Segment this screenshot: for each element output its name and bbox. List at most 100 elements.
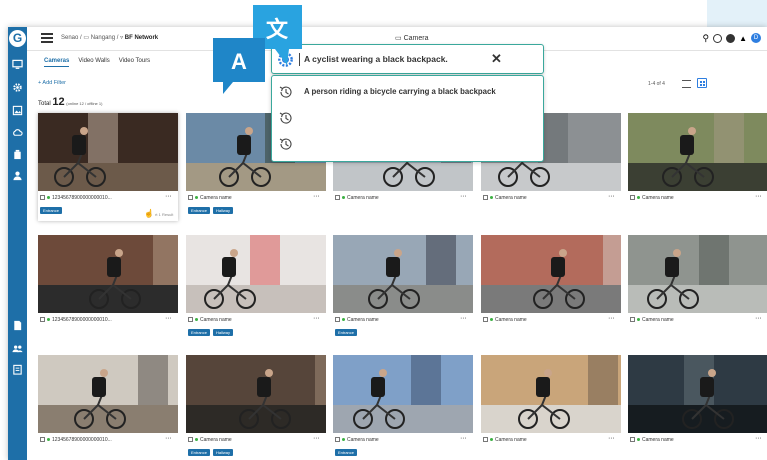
- tab-video-walls[interactable]: Video Walls: [78, 58, 109, 67]
- camera-thumbnail[interactable]: [38, 113, 178, 191]
- top-actions: ⚲ ▲ D: [702, 33, 761, 43]
- more-options-icon[interactable]: ···: [166, 316, 173, 322]
- tag-badge[interactable]: Entrance: [188, 207, 211, 214]
- more-options-icon[interactable]: ···: [166, 436, 173, 442]
- folder-icon: ▭: [83, 35, 90, 41]
- online-status-dot: [637, 438, 640, 442]
- more-options-icon[interactable]: ···: [756, 194, 763, 200]
- camera-thumbnail[interactable]: [38, 235, 178, 313]
- camera-thumbnail[interactable]: [628, 235, 767, 313]
- camera-thumbnail[interactable]: [333, 235, 473, 313]
- tag-badge[interactable]: Hallway: [213, 207, 234, 214]
- avatar[interactable]: D: [751, 33, 761, 43]
- theme-icon[interactable]: [713, 33, 723, 43]
- camera-card[interactable]: Camera name ··· Entrance: [333, 235, 473, 343]
- translate-glyph-left: A: [231, 49, 247, 74]
- image-icon[interactable]: [12, 105, 23, 116]
- camera-thumbnail[interactable]: [481, 355, 621, 433]
- more-options-icon[interactable]: ···: [609, 194, 616, 200]
- search-icon[interactable]: ⚲: [702, 33, 709, 43]
- breadcrumb-item[interactable]: Nangang: [91, 35, 115, 41]
- users-icon[interactable]: [12, 343, 23, 354]
- breadcrumb-item[interactable]: Senao: [61, 35, 78, 41]
- select-checkbox[interactable]: [188, 195, 193, 201]
- select-checkbox[interactable]: [40, 317, 45, 323]
- more-options-icon[interactable]: ···: [461, 194, 468, 200]
- tag-badge[interactable]: Entrance: [335, 329, 358, 336]
- camera-thumbnail[interactable]: [628, 113, 767, 191]
- cloud-icon[interactable]: [12, 127, 23, 138]
- select-checkbox[interactable]: [483, 437, 488, 443]
- tab-cameras[interactable]: Cameras: [44, 58, 70, 67]
- camera-card[interactable]: Camera name ···: [628, 355, 767, 460]
- camera-card[interactable]: Camera name ···: [481, 355, 621, 460]
- select-checkbox[interactable]: [188, 317, 193, 323]
- select-checkbox[interactable]: [483, 195, 488, 201]
- camera-thumbnail[interactable]: [186, 235, 326, 313]
- more-options-icon[interactable]: ···: [461, 436, 468, 442]
- add-filter-button[interactable]: + Add Filter: [38, 80, 66, 86]
- search-input[interactable]: A cyclist wearing a black backpack. ✕: [271, 44, 544, 74]
- history-item[interactable]: [272, 131, 543, 157]
- camera-card[interactable]: Camera name ··· Entrance: [333, 355, 473, 460]
- tag-badge[interactable]: Hallway: [213, 329, 234, 336]
- camera-card[interactable]: 12345678900000000010... ···: [38, 355, 178, 460]
- camera-card[interactable]: Camera name ··· Entrance Hallway: [186, 355, 326, 460]
- close-icon[interactable]: ✕: [491, 52, 502, 65]
- monitor-icon[interactable]: [12, 59, 23, 70]
- help-icon[interactable]: [726, 33, 736, 43]
- camera-card[interactable]: Camera name ···: [481, 235, 621, 343]
- history-item[interactable]: A person riding a bicycle carrying a bla…: [272, 79, 543, 105]
- camera-card[interactable]: Camera name ···: [628, 113, 767, 221]
- tag-badge[interactable]: Entrance: [188, 329, 211, 336]
- camera-thumbnail[interactable]: [481, 235, 621, 313]
- more-options-icon[interactable]: ···: [756, 436, 763, 442]
- select-checkbox[interactable]: [630, 195, 635, 201]
- document-icon[interactable]: [12, 364, 23, 375]
- tag-badge[interactable]: Entrance: [40, 207, 63, 214]
- more-options-icon[interactable]: ···: [461, 316, 468, 322]
- report-icon[interactable]: [12, 320, 23, 331]
- camera-card[interactable]: 12345678900000000010... ··· Entrance ☝ rt 1…: [38, 113, 178, 221]
- history-item[interactable]: [272, 105, 543, 131]
- camera-card[interactable]: Camera name ···: [628, 235, 767, 343]
- select-checkbox[interactable]: [40, 195, 45, 201]
- camera-thumbnail[interactable]: [186, 355, 326, 433]
- camera-name: 12345678900000000010...: [52, 437, 112, 443]
- more-options-icon[interactable]: ···: [166, 194, 173, 200]
- menu-icon[interactable]: [41, 33, 53, 43]
- online-status-dot: [490, 196, 493, 200]
- notification-icon[interactable]: ▲: [739, 34, 747, 43]
- settings-icon[interactable]: [12, 82, 23, 93]
- tag-badge[interactable]: Entrance: [188, 449, 211, 456]
- tag-badge[interactable]: Entrance: [335, 449, 358, 456]
- recorder-icon[interactable]: [12, 149, 23, 160]
- list-view-icon[interactable]: [682, 80, 691, 88]
- tab-video-tours[interactable]: Video Tours: [119, 58, 150, 67]
- more-options-icon[interactable]: ···: [609, 316, 616, 322]
- select-checkbox[interactable]: [335, 437, 340, 443]
- tag-badge[interactable]: Hallway: [213, 449, 234, 456]
- select-checkbox[interactable]: [40, 437, 45, 443]
- select-checkbox[interactable]: [188, 437, 193, 443]
- grid-view-icon[interactable]: [697, 78, 707, 88]
- more-options-icon[interactable]: ···: [314, 316, 321, 322]
- camera-card[interactable]: Camera name ··· Entrance Hallway: [186, 235, 326, 343]
- more-options-icon[interactable]: ···: [756, 316, 763, 322]
- select-checkbox[interactable]: [335, 195, 340, 201]
- camera-thumbnail[interactable]: [333, 355, 473, 433]
- select-checkbox[interactable]: [335, 317, 340, 323]
- camera-thumbnail[interactable]: [628, 355, 767, 433]
- camera-card[interactable]: 12345678900000000010... ···: [38, 235, 178, 343]
- user-icon[interactable]: [12, 170, 23, 181]
- more-options-icon[interactable]: ···: [314, 436, 321, 442]
- select-checkbox[interactable]: [630, 317, 635, 323]
- more-options-icon[interactable]: ···: [314, 194, 321, 200]
- select-checkbox[interactable]: [483, 317, 488, 323]
- more-options-icon[interactable]: ···: [609, 436, 616, 442]
- select-checkbox[interactable]: [630, 437, 635, 443]
- camera-thumbnail[interactable]: [38, 355, 178, 433]
- camera-meta: 12345678900000000010... ···: [40, 194, 176, 201]
- online-status-dot: [342, 438, 345, 442]
- translate-icon: A 文: [213, 5, 302, 94]
